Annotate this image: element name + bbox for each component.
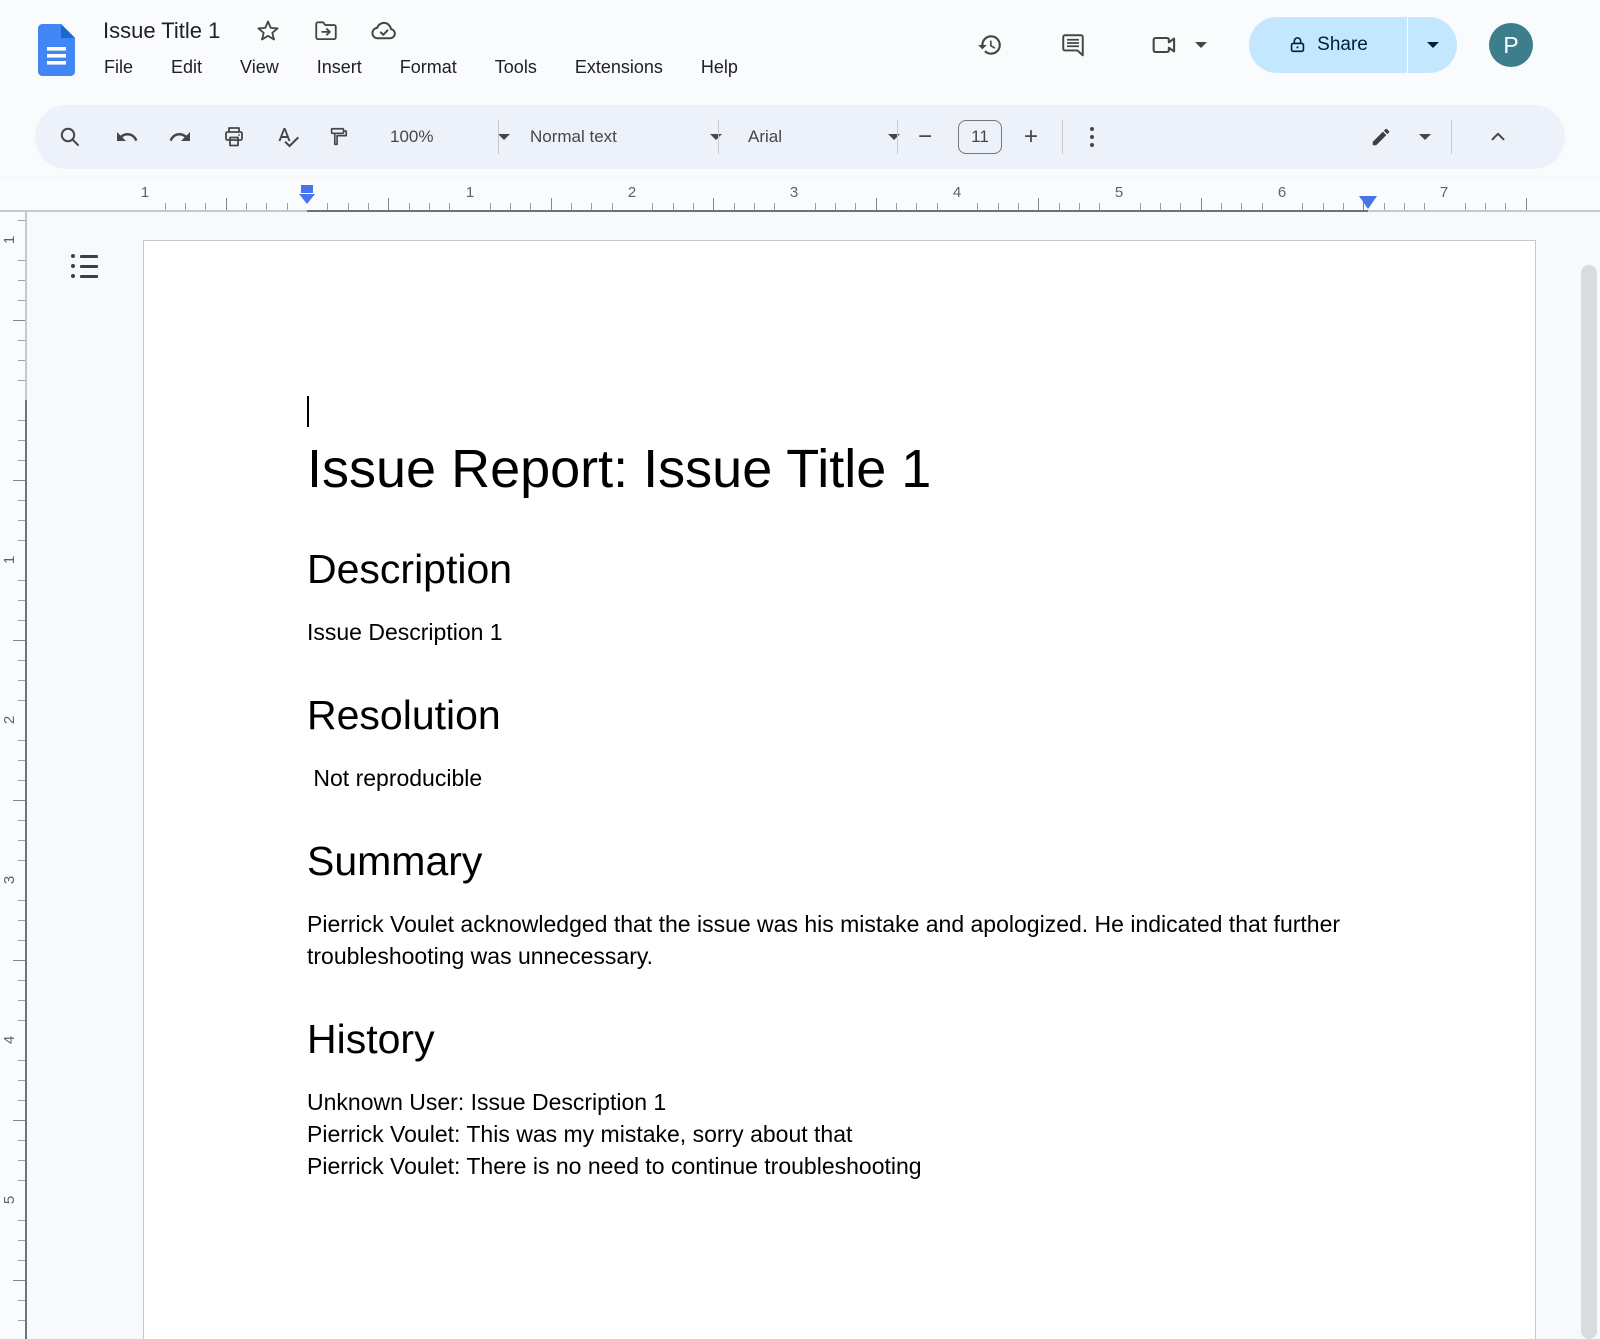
chevron-down-icon	[888, 134, 900, 140]
paragraph[interactable]: Issue Description 1	[307, 616, 1374, 648]
share-label: Share	[1317, 34, 1368, 56]
empty-line[interactable]	[307, 394, 1374, 428]
print-icon	[222, 125, 246, 149]
section-heading[interactable]: Description	[307, 544, 1374, 594]
show-document-outline-button[interactable]	[62, 244, 106, 288]
chevron-down-icon	[1419, 134, 1431, 140]
join-call-button[interactable]	[1139, 21, 1187, 69]
paragraph-styles-select[interactable]: Normal text	[520, 117, 732, 157]
more-toolbar-options-button[interactable]	[1072, 117, 1112, 157]
paragraph[interactable]: Pierrick Voulet: There is no need to con…	[307, 1150, 1374, 1182]
section-summary: Summary Pierrick Voulet acknowledged tha…	[307, 836, 1374, 972]
hide-menus-button[interactable]	[1478, 117, 1518, 157]
document-page[interactable]: Issue Report: Issue Title 1 Description …	[143, 240, 1536, 1339]
font-size-input[interactable]: 11	[958, 120, 1002, 154]
pencil-icon	[1370, 126, 1392, 148]
toolbar: 100% Normal text Arial − 11 +	[35, 105, 1565, 169]
paragraph[interactable]: Pierrick Voulet acknowledged that the is…	[307, 908, 1374, 972]
undo-button[interactable]	[107, 117, 147, 157]
horizontal-ruler[interactable]: 11234567	[0, 180, 1600, 212]
vertical-scrollbar[interactable]	[1581, 265, 1597, 1339]
font-value: Arial	[748, 127, 782, 147]
vertical-ruler[interactable]: 112345	[0, 212, 27, 1339]
comments-button[interactable]	[1049, 21, 1097, 69]
search-icon	[58, 125, 82, 149]
ruler-line-text-area	[25, 400, 27, 1339]
undo-icon	[115, 125, 139, 149]
section-description: Description Issue Description 1	[307, 544, 1374, 648]
section-resolution: Resolution Not reproducible	[307, 690, 1374, 794]
print-button[interactable]	[214, 117, 254, 157]
toolbar-divider	[1451, 120, 1452, 154]
video-camera-icon	[1149, 31, 1177, 59]
paint-format-icon	[327, 126, 349, 148]
document-outline-icon	[71, 254, 98, 278]
text-cursor	[307, 396, 309, 427]
ruler-line-text-area	[307, 210, 1368, 212]
font-select[interactable]: Arial	[738, 117, 910, 157]
vertical-ellipsis-icon	[1090, 127, 1094, 147]
version-history-icon	[977, 32, 1003, 58]
paragraph[interactable]: Not reproducible	[307, 762, 1374, 794]
redo-button[interactable]	[160, 117, 200, 157]
share-button[interactable]: Share	[1249, 17, 1407, 73]
spell-check-button[interactable]	[268, 117, 308, 157]
toolbar-divider	[718, 120, 719, 154]
decrease-font-size-button[interactable]: −	[905, 117, 945, 157]
chevron-up-icon	[1487, 126, 1509, 148]
increase-font-size-button[interactable]: +	[1011, 117, 1051, 157]
paragraph[interactable]: Pierrick Voulet: This was my mistake, so…	[307, 1118, 1374, 1150]
section-heading[interactable]: History	[307, 1014, 1374, 1064]
editing-mode-button[interactable]	[1361, 117, 1401, 157]
section-heading[interactable]: Summary	[307, 836, 1374, 886]
share-button-group: Share	[1249, 17, 1457, 73]
call-options-dropdown[interactable]	[1186, 21, 1216, 69]
search-menus-button[interactable]	[50, 117, 90, 157]
editing-mode-dropdown[interactable]	[1407, 117, 1443, 157]
paint-format-button[interactable]	[318, 117, 358, 157]
doc-body-title[interactable]: Issue Report: Issue Title 1	[307, 436, 1374, 502]
section-history: History Unknown User: Issue Description …	[307, 1014, 1374, 1182]
chevron-down-icon	[1195, 42, 1207, 48]
zoom-value: 100%	[390, 127, 433, 147]
version-history-button[interactable]	[966, 21, 1014, 69]
spell-check-icon	[276, 125, 300, 149]
right-indent-marker[interactable]	[1359, 196, 1377, 209]
header-actions: Share P	[0, 0, 1600, 90]
section-heading[interactable]: Resolution	[307, 690, 1374, 740]
chevron-down-icon	[710, 134, 722, 140]
google-docs-app: Issue Title 1	[0, 0, 1600, 1339]
ruler-line	[25, 212, 27, 400]
toolbar-divider	[897, 120, 898, 154]
share-dropdown[interactable]	[1407, 17, 1457, 73]
comments-icon	[1060, 32, 1086, 58]
chevron-down-icon	[1427, 42, 1439, 48]
paragraph[interactable]: Unknown User: Issue Description 1	[307, 1086, 1374, 1118]
zoom-select[interactable]: 100%	[380, 117, 520, 157]
left-indent-marker[interactable]	[299, 185, 315, 209]
account-avatar[interactable]: P	[1489, 23, 1533, 67]
paragraph-style-value: Normal text	[530, 127, 617, 147]
chevron-down-icon	[498, 134, 510, 140]
document-content: Issue Report: Issue Title 1 Description …	[307, 394, 1374, 1182]
redo-icon	[168, 125, 192, 149]
toolbar-divider	[498, 120, 499, 154]
toolbar-divider	[1062, 120, 1063, 154]
lock-icon	[1288, 34, 1307, 56]
